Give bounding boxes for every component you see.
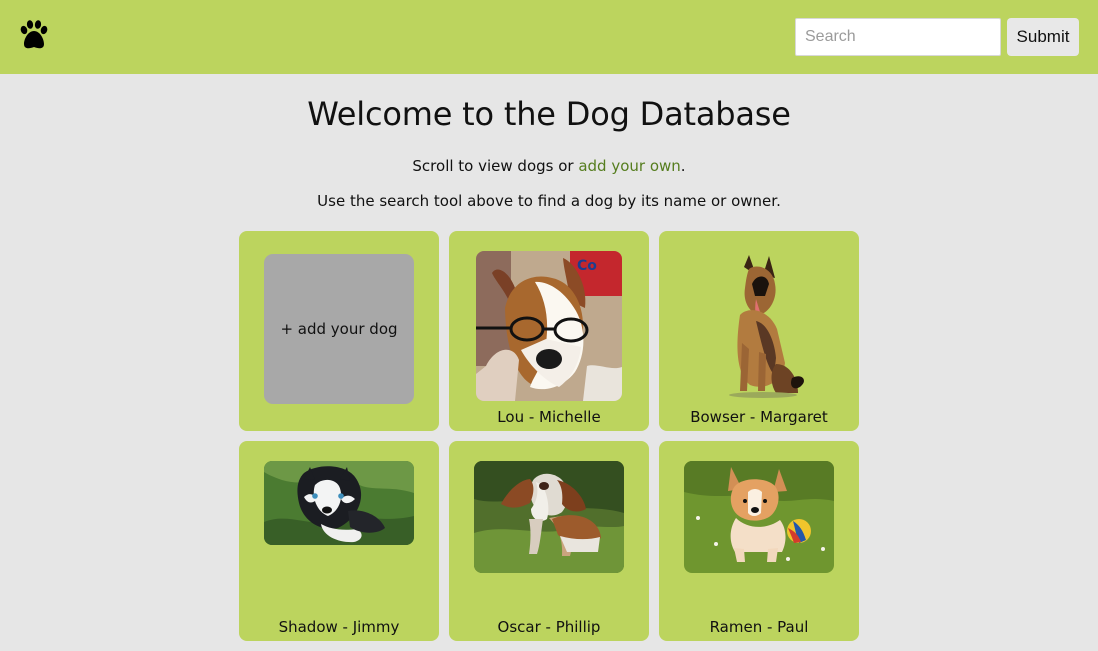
dog-card[interactable]: Bowser - Margaret	[659, 231, 859, 431]
search-hint: Use the search tool above to find a dog …	[317, 192, 781, 210]
dog-photo-bowser[interactable]	[691, 251, 827, 401]
svg-text:Co: Co	[577, 258, 597, 274]
dog-photo-oscar[interactable]	[474, 461, 624, 573]
dog-label: Lou - Michelle	[497, 408, 601, 426]
dog-photo-ramen[interactable]	[684, 461, 834, 573]
top-navbar: Submit	[0, 0, 1098, 74]
page-title: Welcome to the Dog Database	[307, 95, 791, 133]
dog-card[interactable]: Ramen - Paul	[659, 441, 859, 641]
dog-card[interactable]: Shadow - Jimmy	[239, 441, 439, 641]
dog-label: Ramen - Paul	[709, 618, 809, 636]
dog-card[interactable]: Co Lou - Michelle	[449, 231, 649, 431]
intro-text-end: .	[680, 157, 686, 175]
search-input[interactable]	[795, 18, 1001, 56]
submit-button[interactable]: Submit	[1007, 18, 1079, 56]
dog-label: Shadow - Jimmy	[278, 618, 400, 636]
dog-photo-lou[interactable]: Co	[476, 251, 622, 401]
add-dog-card[interactable]: + add your dog	[239, 231, 439, 431]
dog-label: Oscar - Phillip	[497, 618, 601, 636]
intro-text: Scroll to view dogs or add your own.	[0, 157, 1098, 175]
paw-icon[interactable]	[17, 18, 51, 52]
dog-label: Bowser - Margaret	[690, 408, 828, 426]
dog-photo-shadow[interactable]	[264, 461, 414, 545]
add-your-own-link[interactable]: add your own	[578, 157, 680, 175]
dog-card[interactable]: Oscar - Phillip	[449, 441, 649, 641]
add-dog-button[interactable]: + add your dog	[264, 254, 414, 404]
intro-text-start: Scroll to view dogs or	[412, 157, 579, 175]
